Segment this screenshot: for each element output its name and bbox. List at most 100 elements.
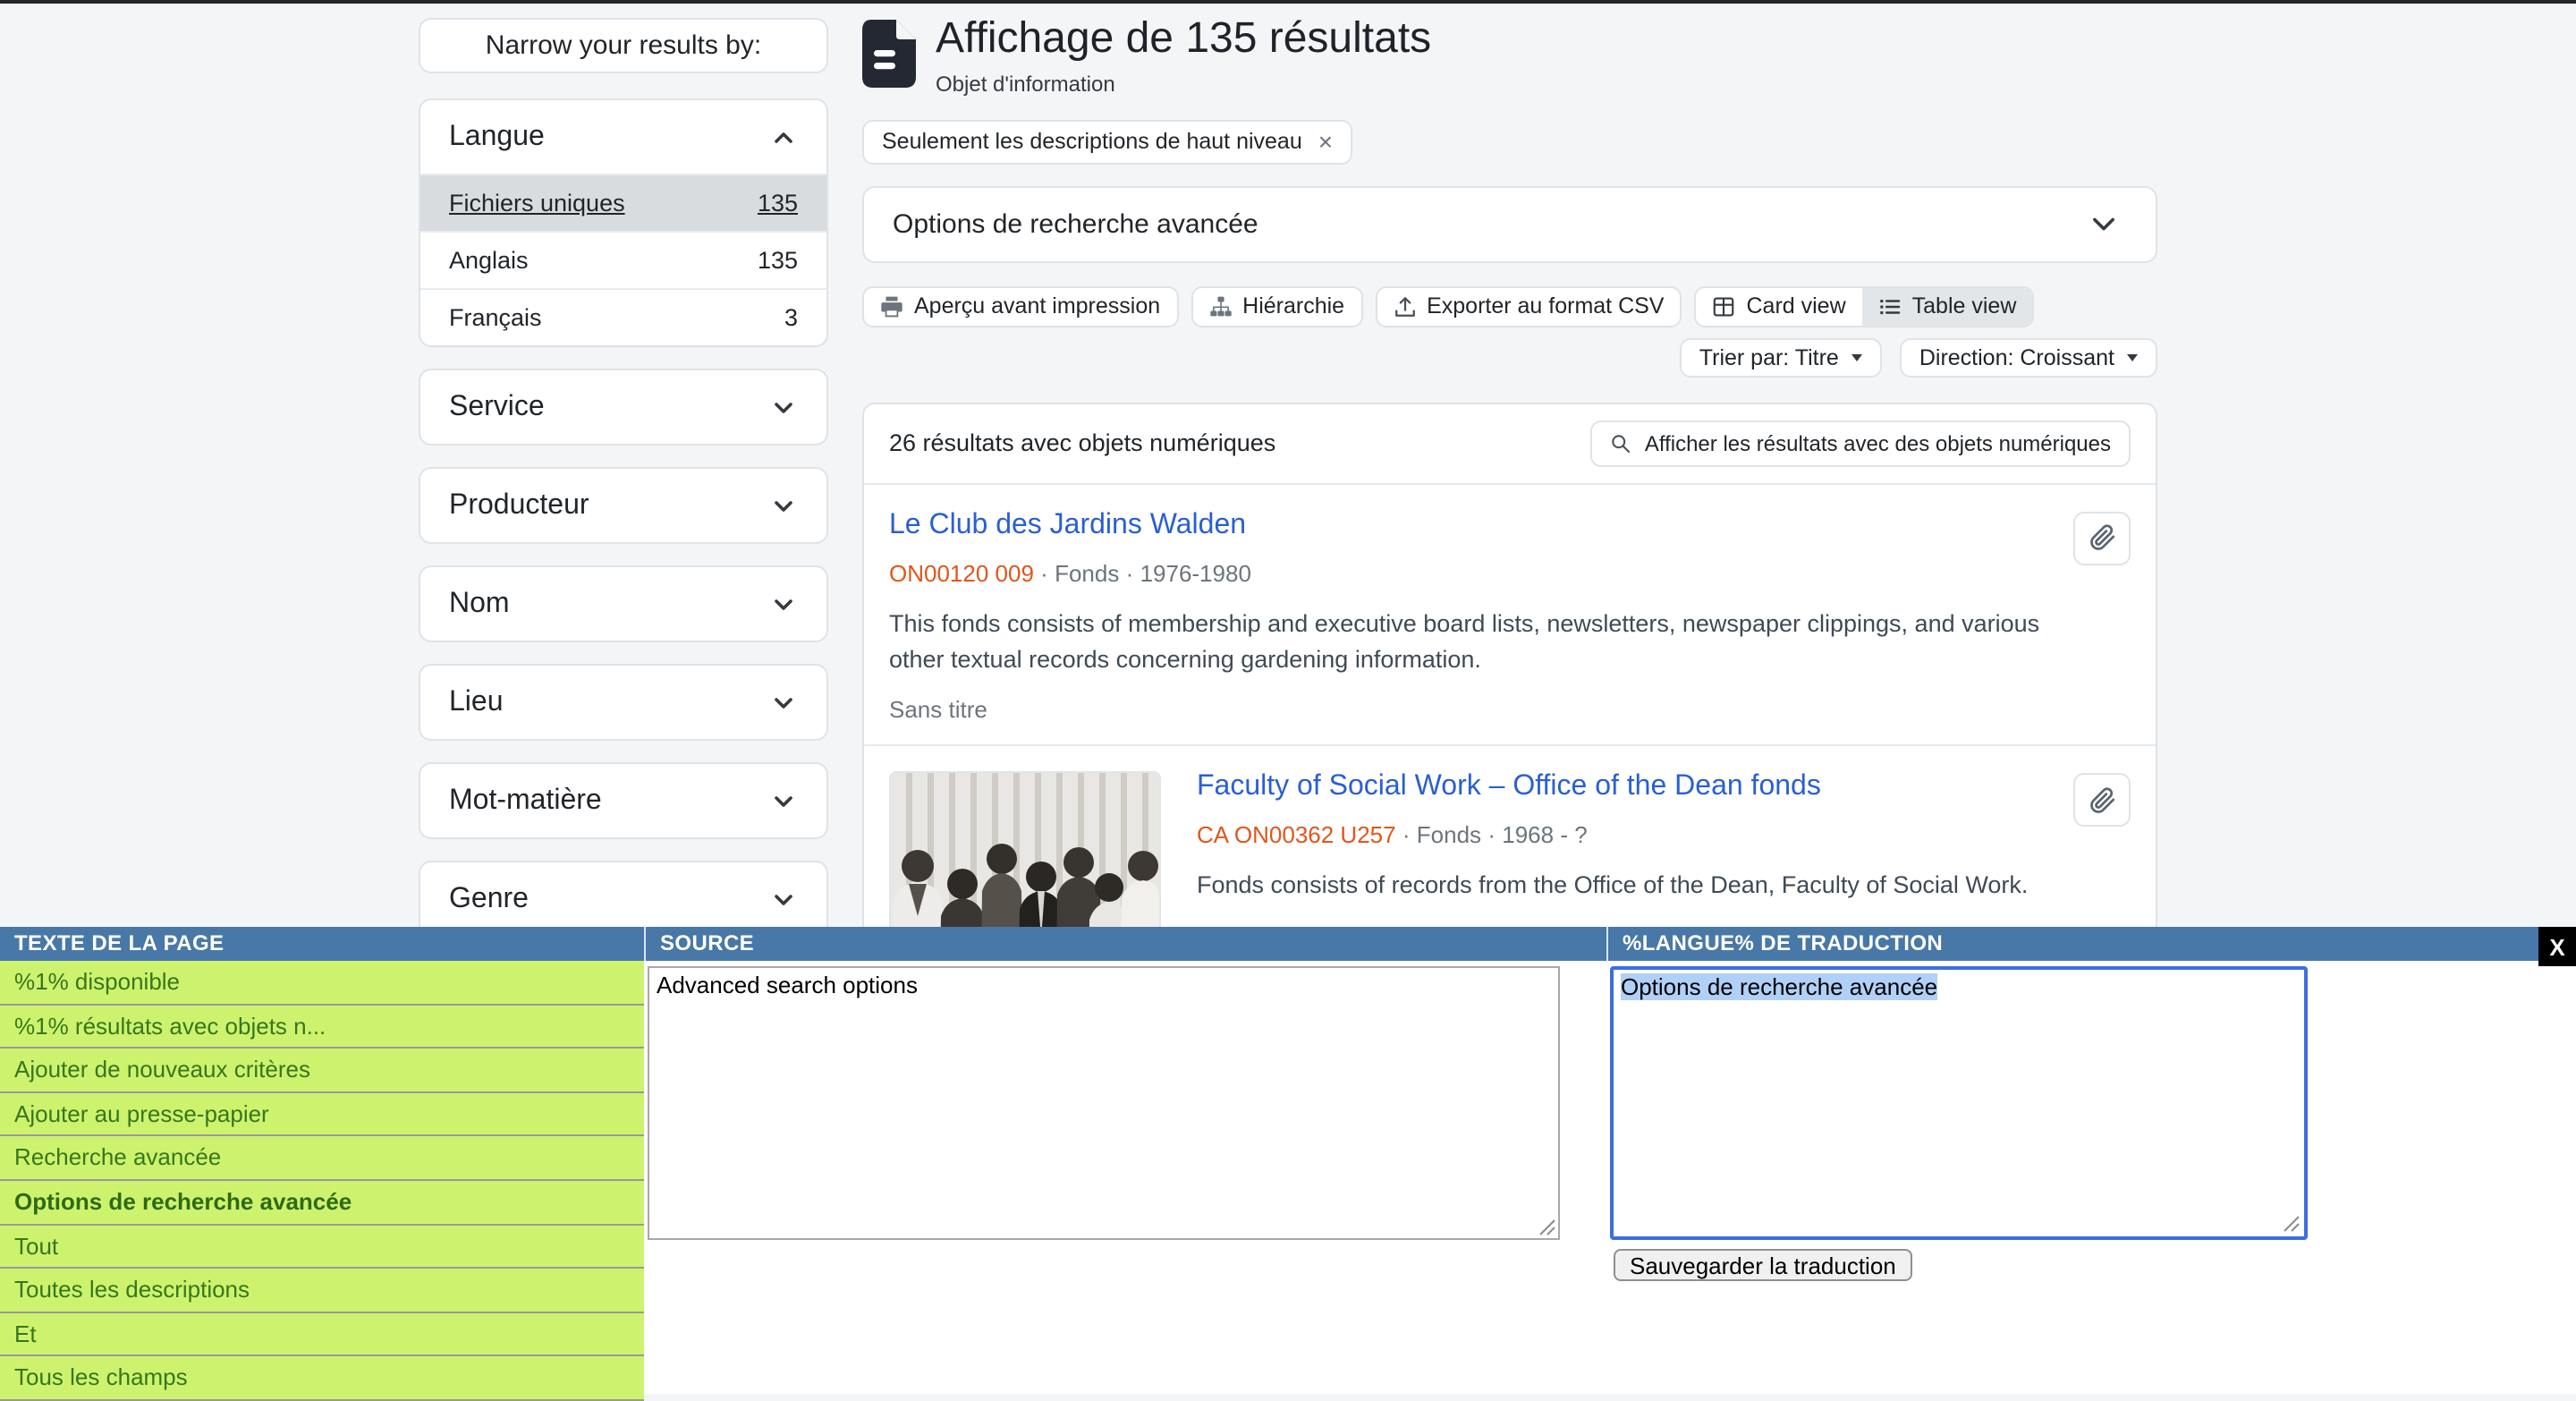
facet-option-label[interactable]: Anglais [449,247,529,274]
sort-direction-dropdown[interactable]: Direction: Croissant [1900,338,2157,378]
result-meta: ON00120 009 · Fonds · 1976-1980 [889,560,2048,587]
facet-option-count[interactable]: 135 [758,190,798,217]
facet-lieu-header[interactable]: Lieu [420,666,826,739]
page-text-row[interactable]: Tout [0,1225,644,1269]
facet-label: Lieu [449,686,504,718]
facet-sidebar: Narrow your results by: Langue Fichiers … [419,18,828,959]
facet-nom: Nom [419,565,828,642]
result-title-link[interactable]: Faculty of Social Work – Office of the D… [1197,772,2028,804]
facet-option-count[interactable]: 135 [758,247,798,274]
facet-option-anglais[interactable]: Anglais 135 [420,231,826,288]
facet-service: Service [419,369,828,446]
export-csv-button[interactable]: Exporter au format CSV [1375,286,1682,327]
page-text-row[interactable]: Ajouter de nouveaux critères [0,1049,644,1092]
chevron-down-icon [2088,208,2120,241]
card-view-button[interactable]: Card view [1697,288,1862,326]
table-view-label: Table view [1912,294,2017,319]
print-preview-button[interactable]: Aperçu avant impression [862,286,1178,327]
facet-producteur-header[interactable]: Producteur [420,469,826,542]
facet-mot-matiere-header[interactable]: Mot-matière [420,764,826,837]
resize-grip-icon[interactable] [1538,1218,1556,1236]
page-text-row[interactable]: %1% résultats avec objets n... [0,1005,644,1049]
reference-code-link[interactable]: CA ON00362 U257 [1197,822,1396,849]
sort-direction-label: Direction: Croissant [1919,345,2114,370]
column-header-page-text: TEXTE DE LA PAGE [0,927,644,961]
facet-label: Mot-matière [449,785,602,817]
facet-option-label[interactable]: Fichiers uniques [449,190,625,217]
facet-label: Producteur [449,489,589,522]
printer-icon [880,295,903,318]
result-dates: 1968 - ? [1502,822,1587,849]
print-preview-label: Aperçu avant impression [914,294,1160,319]
advanced-search-toggle[interactable]: Options de recherche avancée [862,186,2157,263]
search-results-main: Affichage de 135 résultats Objet d'infor… [862,14,2157,1066]
page-text-row-active[interactable]: Options de recherche avancée [0,1181,644,1225]
upload-icon [1393,295,1416,318]
resize-grip-icon[interactable] [2283,1215,2301,1233]
page-text-row[interactable]: Recherche avancée [0,1137,644,1181]
paperclip-icon [2089,787,2115,814]
hierarchy-icon [1208,295,1232,318]
chevron-down-icon [769,786,798,815]
top-border [0,0,2576,4]
page-text-row[interactable]: %1% disponible [0,961,644,1005]
chevron-down-icon [769,393,798,421]
chevron-down-icon [769,885,798,913]
sort-by-dropdown[interactable]: Trier par: Titre [1680,338,1882,378]
sidebar-title: Narrow your results by: [419,18,828,73]
chevron-up-icon [769,123,798,151]
meta-dot: · [1126,560,1134,587]
save-translation-button[interactable]: Sauvegarder la traduction [1614,1249,1912,1281]
column-header-source: SOURCE [644,927,1606,961]
sort-controls: Trier par: Titre Direction: Croissant [862,338,2157,378]
filter-tag-close-icon[interactable]: × [1318,128,1333,157]
facet-label: Service [449,391,545,423]
show-digital-results-label: Afficher les résultats avec des objets n… [1645,431,2111,456]
facet-lieu: Lieu [419,664,828,741]
facet-service-header[interactable]: Service [420,370,826,444]
chevron-down-icon [769,590,798,618]
facet-nom-header[interactable]: Nom [420,567,826,641]
facet-mot-matiere: Mot-matière [419,762,828,839]
clipboard-button[interactable] [2073,512,2131,565]
reference-code-link[interactable]: ON00120 009 [889,560,1034,587]
digital-objects-header: 26 résultats avec objets numériques Affi… [864,404,2156,485]
result-dates: 1976-1980 [1140,560,1251,587]
page-subtitle: Objet d'information [936,72,1431,97]
facet-label: Nom [449,588,510,620]
filter-tag: Seulement les descriptions de haut nivea… [862,120,1352,165]
page-title: Affichage de 135 résultats [936,14,1431,66]
filter-tag-label: Seulement les descriptions de haut nivea… [882,130,1302,155]
facet-genre-header[interactable]: Genre [420,862,826,936]
result-description: This fonds consists of membership and ex… [889,607,2048,679]
column-header-translation: %LANGUE% DE TRADUCTION [1606,927,2576,961]
view-switcher: Card view Table view [1695,286,2035,327]
show-digital-results-button[interactable]: Afficher les résultats avec des objets n… [1591,420,2131,467]
card-view-label: Card view [1747,294,1846,319]
result-note: Sans titre [889,697,2048,724]
selected-translation-text: Options de recherche avancée [1621,973,1937,1000]
facet-option-count[interactable]: 3 [784,304,798,331]
chevron-down-icon [769,491,798,520]
list-icon [1878,295,1902,318]
result-title-link[interactable]: Le Club des Jardins Walden [889,510,2048,542]
page-text-row[interactable]: Tous les champs [0,1357,644,1401]
facet-langue-label: Langue [449,121,545,153]
facet-label: Genre [449,883,529,915]
close-panel-button[interactable]: X [2538,927,2576,966]
facet-option-fichiers-uniques[interactable]: Fichiers uniques 135 [420,174,826,231]
facet-option-label[interactable]: Français [449,304,542,331]
page-text-row[interactable]: Ajouter au presse-papier [0,1093,644,1137]
source-textarea[interactable]: Advanced search options [648,966,1560,1240]
facet-option-francais[interactable]: Français 3 [420,288,826,345]
page-text-row[interactable]: Et [0,1313,644,1357]
table-view-button[interactable]: Table view [1862,288,2033,326]
hierarchy-label: Hiérarchie [1242,294,1344,319]
result-description: Fonds consists of records from the Offic… [1197,869,2028,905]
translation-textarea[interactable]: Options de recherche avancée [1610,966,2308,1240]
hierarchy-button[interactable]: Hiérarchie [1191,286,1362,327]
page-text-row[interactable]: Toutes les descriptions [0,1269,644,1312]
facet-langue-header[interactable]: Langue [420,100,826,174]
clipboard-button[interactable] [2073,774,2131,828]
results-toolbar: Aperçu avant impression Hiérarchie Expor… [862,286,2157,327]
